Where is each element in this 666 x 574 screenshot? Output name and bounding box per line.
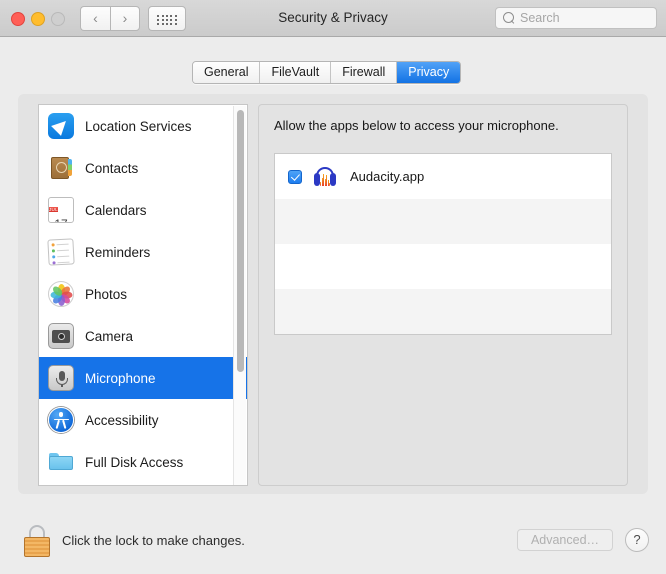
folder-icon [48, 449, 74, 475]
privacy-category-list: Location Services Contacts JUL 17 Calend… [38, 104, 248, 486]
sidebar-item-label: Location Services [85, 118, 192, 134]
content-panel: Location Services Contacts JUL 17 Calend… [18, 94, 648, 494]
accessibility-icon [48, 407, 74, 433]
sidebar-item-label: Camera [85, 328, 134, 344]
search-icon [503, 12, 514, 23]
list-item[interactable]: Audacity.app [275, 154, 611, 199]
microphone-icon [48, 365, 74, 391]
calendars-icon: JUL 17 [48, 197, 74, 223]
camera-icon [48, 323, 74, 349]
microphone-detail-panel: Allow the apps below to access your micr… [258, 104, 628, 486]
photos-icon [48, 281, 74, 307]
detail-description: Allow the apps below to access your micr… [274, 118, 559, 133]
reminders-icon [47, 238, 75, 266]
search-placeholder: Search [520, 11, 560, 25]
sidebar-item-label: Full Disk Access [85, 454, 184, 470]
audacity-icon [312, 164, 338, 190]
list-item-empty [275, 289, 611, 334]
tab-firewall[interactable]: Firewall [331, 62, 398, 83]
sidebar-item-location-services[interactable]: Location Services [39, 105, 247, 147]
sidebar-item-label: Reminders [85, 244, 151, 260]
sidebar-item-photos[interactable]: Photos [39, 273, 247, 315]
sidebar-item-accessibility[interactable]: Accessibility [39, 399, 247, 441]
help-button[interactable]: ? [625, 528, 649, 552]
sidebar-item-label: Contacts [85, 160, 139, 176]
sidebar-item-reminders[interactable]: Reminders [39, 231, 247, 273]
allowed-apps-list: Audacity.app [274, 153, 612, 335]
sidebar-scrollbar-thumb[interactable] [237, 110, 244, 372]
sidebar-item-contacts[interactable]: Contacts [39, 147, 247, 189]
preferences-tabbar: General FileVault Firewall Privacy [192, 61, 462, 84]
sidebar-item-calendars[interactable]: JUL 17 Calendars [39, 189, 247, 231]
location-services-icon [48, 113, 74, 139]
app-allow-checkbox[interactable] [288, 169, 302, 184]
calendar-month: JUL [49, 207, 58, 212]
app-name: Audacity.app [350, 169, 425, 184]
security-privacy-window: ‹ › Security & Privacy Search General Fi… [0, 0, 666, 574]
sidebar-item-microphone[interactable]: Microphone [39, 357, 247, 399]
sidebar-item-camera[interactable]: Camera [39, 315, 247, 357]
tab-privacy[interactable]: Privacy [397, 62, 461, 83]
list-item-empty [275, 244, 611, 289]
sidebar-item-label: Photos [85, 286, 128, 302]
sidebar-item-label: Accessibility [85, 412, 159, 428]
tab-general[interactable]: General [193, 62, 261, 83]
advanced-button[interactable]: Advanced… [517, 529, 613, 551]
sidebar-item-label: Calendars [85, 202, 147, 218]
window-titlebar: ‹ › Security & Privacy Search [0, 0, 666, 37]
search-input[interactable]: Search [495, 7, 657, 29]
lock-hint-text: Click the lock to make changes. [62, 533, 245, 548]
sidebar-item-label: Microphone [85, 370, 156, 386]
sidebar-scrollbar[interactable] [233, 106, 246, 485]
sidebar-item-full-disk-access[interactable]: Full Disk Access [39, 441, 247, 483]
list-item-empty [275, 199, 611, 244]
contacts-icon [48, 155, 74, 181]
lock-closed-icon[interactable] [22, 525, 52, 557]
calendar-day: 17 [49, 216, 73, 222]
tab-filevault[interactable]: FileVault [260, 62, 332, 83]
